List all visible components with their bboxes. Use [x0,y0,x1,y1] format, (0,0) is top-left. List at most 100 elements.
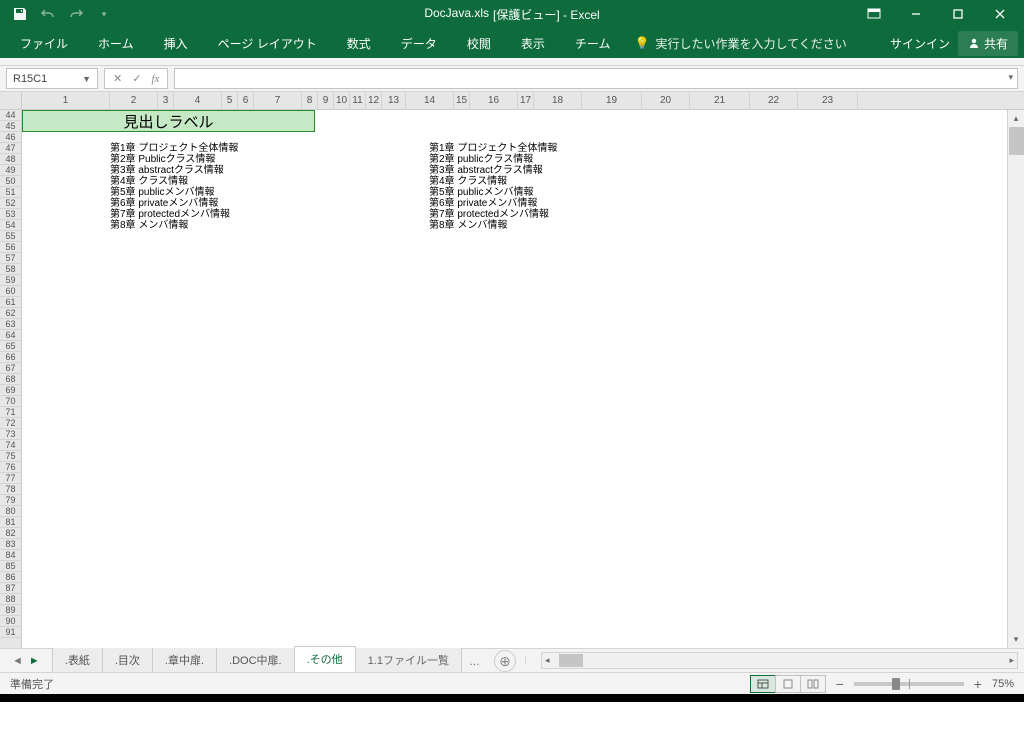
vscroll-thumb[interactable] [1009,127,1024,155]
row-header[interactable]: 89 [0,605,21,616]
sheet-nav-next-icon[interactable]: ► [29,655,40,667]
row-header[interactable]: 81 [0,517,21,528]
chapter-entry[interactable]: 第2章 Publicクラス情報 [110,154,238,165]
row-header[interactable]: 54 [0,220,21,231]
enter-icon[interactable]: ✓ [132,72,141,85]
column-header[interactable]: 8 [302,92,318,109]
page-layout-view-icon[interactable] [775,675,801,693]
chapter-entry[interactable]: 第3章 abstractクラス情報 [110,165,238,176]
row-header[interactable]: 76 [0,462,21,473]
sheet-tab[interactable]: .章中扉. [152,647,217,672]
chapter-entry[interactable]: 第1章 プロジェクト全体情報 [429,143,557,154]
chapter-entry[interactable]: 第3章 abstractクラス情報 [429,165,557,176]
fx-icon[interactable]: fx [151,73,159,85]
close-icon[interactable] [980,3,1020,25]
scroll-right-icon[interactable]: ▸ [1009,655,1014,666]
maximize-icon[interactable] [938,3,978,25]
save-icon[interactable] [8,3,32,25]
row-header[interactable]: 55 [0,231,21,242]
chapter-entry[interactable]: 第8章 メンバ情報 [429,220,557,231]
row-header[interactable]: 73 [0,429,21,440]
row-header[interactable]: 49 [0,165,21,176]
chapter-entry[interactable]: 第5章 publicメンバ情報 [429,187,557,198]
column-header[interactable]: 15 [454,92,470,109]
qat-customize-icon[interactable]: ▾ [92,3,116,25]
row-header[interactable]: 82 [0,528,21,539]
row-header[interactable]: 65 [0,341,21,352]
scroll-up-icon[interactable]: ▴ [1008,110,1024,127]
row-header[interactable]: 44 [0,110,21,121]
column-header[interactable]: 19 [582,92,642,109]
row-header[interactable]: 50 [0,176,21,187]
chapter-entry[interactable]: 第5章 publicメンバ情報 [110,187,238,198]
column-header[interactable]: 17 [518,92,534,109]
column-header[interactable]: 12 [366,92,382,109]
row-header[interactable]: 56 [0,242,21,253]
row-header[interactable]: 84 [0,550,21,561]
row-header[interactable]: 47 [0,143,21,154]
column-header[interactable]: 4 [174,92,222,109]
row-header[interactable]: 70 [0,396,21,407]
zoom-in-icon[interactable]: + [974,676,982,692]
tab-layout[interactable]: ページ レイアウト [204,29,331,58]
column-header[interactable]: 11 [350,92,366,109]
signin-link[interactable]: サインイン [890,35,950,52]
zoom-thumb[interactable] [892,678,900,690]
chapter-entry[interactable]: 第7章 protectedメンバ情報 [429,209,557,220]
row-header[interactable]: 51 [0,187,21,198]
column-header[interactable]: 10 [334,92,350,109]
row-header[interactable]: 45 [0,121,21,132]
row-header[interactable]: 69 [0,385,21,396]
formula-bar[interactable]: ▾ [174,68,1018,89]
column-header[interactable]: 2 [110,92,158,109]
tab-review[interactable]: 校閲 [453,29,505,58]
share-button[interactable]: 共有 [958,31,1018,56]
hscroll-thumb[interactable] [559,654,583,667]
row-header[interactable]: 58 [0,264,21,275]
tab-data[interactable]: データ [387,29,451,58]
redo-icon[interactable] [64,3,88,25]
row-header[interactable]: 72 [0,418,21,429]
sheet-tab[interactable]: 1.1ファイル一覧 [355,647,462,672]
normal-view-icon[interactable] [750,675,776,693]
row-header[interactable]: 46 [0,132,21,143]
column-header[interactable]: 22 [750,92,798,109]
cancel-icon[interactable]: ✕ [113,72,122,85]
row-header[interactable]: 68 [0,374,21,385]
vertical-scrollbar[interactable]: ▴ ▾ [1007,110,1024,648]
row-header[interactable]: 52 [0,198,21,209]
row-header[interactable]: 57 [0,253,21,264]
row-header[interactable]: 83 [0,539,21,550]
column-header[interactable]: 20 [642,92,690,109]
row-header[interactable]: 78 [0,484,21,495]
new-sheet-icon[interactable]: ⊕ [494,650,516,672]
column-header[interactable]: 3 [158,92,174,109]
row-header[interactable]: 77 [0,473,21,484]
row-header[interactable]: 80 [0,506,21,517]
sheet-tab-active[interactable]: .その他 [294,646,356,672]
row-header[interactable]: 64 [0,330,21,341]
tab-view[interactable]: 表示 [507,29,559,58]
name-box[interactable]: R15C1 ▼ [6,68,98,89]
chapter-entry[interactable]: 第2章 publicクラス情報 [429,154,557,165]
tab-team[interactable]: チーム [561,29,625,58]
row-header[interactable]: 90 [0,616,21,627]
undo-icon[interactable] [36,3,60,25]
cells-area[interactable]: 見出しラベル 第1章 プロジェクト全体情報第2章 Publicクラス情報第3章 … [22,110,1007,648]
chevron-down-icon[interactable]: ▼ [82,74,91,84]
zoom-out-icon[interactable]: − [836,676,844,692]
heading-label-cell[interactable]: 見出しラベル [22,110,315,132]
chapter-entry[interactable]: 第4章 クラス情報 [429,176,557,187]
chapter-entry[interactable]: 第6章 privateメンバ情報 [429,198,557,209]
row-header[interactable]: 53 [0,209,21,220]
tab-home[interactable]: ホーム [84,29,148,58]
sheet-tab[interactable]: .表紙 [52,647,103,672]
scroll-down-icon[interactable]: ▾ [1008,631,1024,648]
row-header[interactable]: 61 [0,297,21,308]
minimize-icon[interactable] [896,3,936,25]
row-header[interactable]: 87 [0,583,21,594]
page-break-view-icon[interactable] [800,675,826,693]
zoom-slider[interactable] [854,682,964,686]
chapter-entry[interactable]: 第1章 プロジェクト全体情報 [110,143,238,154]
column-header[interactable]: 16 [470,92,518,109]
